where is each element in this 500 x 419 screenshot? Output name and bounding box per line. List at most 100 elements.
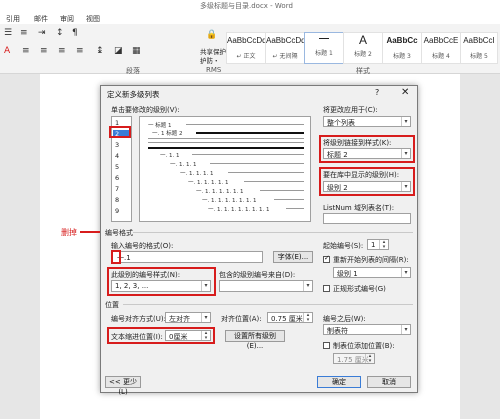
preview-rule [148,138,304,139]
menu-references[interactable]: 引用 [6,14,20,24]
justify-icon[interactable]: ≡ [76,46,84,56]
highlight-link-style [319,135,415,163]
preview-rule [286,208,304,209]
style-sample: — [319,33,329,44]
menu-bar: 引用 邮件 审阅 视图 [0,12,500,24]
preview-rule [186,124,304,125]
legal-style-checkbox[interactable] [323,285,330,292]
level-item-6[interactable]: 6 [115,174,119,182]
help-icon[interactable]: ? [375,88,379,97]
style-heading-4[interactable]: AaBbCcE 标题 4 [421,32,461,64]
restart-label: 重新开始列表的间隔(R): [333,256,409,264]
level-item-8[interactable]: 8 [115,196,119,204]
style-name: 标题 3 [393,53,411,60]
chevron-down-icon: ▾ [401,268,410,277]
tab-stop-spinner[interactable]: 1.75 厘米 ▴ ▾ [333,353,375,364]
tab-stop-checkbox[interactable] [323,342,330,349]
line-spacing-icon[interactable]: ↨ [96,46,104,56]
preview-rule-bold [148,147,304,149]
style-name: 标题 4 [432,53,450,60]
list-preview: 一 标题 1 一. 1 标题 2 一. 1. 1 一. 1. 1. 1 一. 1… [139,116,311,222]
preview-line-1: 一 标题 1 [148,123,172,129]
aligned-at-value: 0.75 厘米 [271,315,303,323]
aligned-at-label: 对齐位置(A): [221,315,262,323]
highlight-level-2 [109,126,131,138]
section-divider [133,232,413,233]
align-center-icon[interactable]: ≡ [40,46,48,56]
dialog-title: 定义新多级列表 [107,90,160,99]
indent-icon[interactable]: ⇥ [38,28,46,38]
font-button[interactable]: 字体(E)... [273,251,313,263]
share-protect-sublabel: 护防・ [200,57,220,65]
preview-rule [210,163,304,164]
style-heading-3[interactable]: AaBbCc 标题 3 [382,32,422,64]
sort-icon[interactable]: ↕ [56,28,64,38]
ok-button[interactable]: 确定 [317,376,361,388]
annotation-delete: 删掉 [61,228,77,237]
borders-icon[interactable]: ▦ [132,46,141,56]
restart-level-combo[interactable]: 级别 1 ▾ [333,267,411,278]
style-heading-1[interactable]: — 标题 1 [304,32,344,64]
pilcrow-icon[interactable]: ¶ [72,28,78,38]
style-normal[interactable]: AaBbCcDd ↵ 正文 [226,32,266,64]
include-level-combo[interactable]: ▾ [219,280,313,292]
position-section-title: 位置 [105,301,119,309]
style-heading-5[interactable]: AaBbCcI 标题 5 [460,32,498,64]
level-item-9[interactable]: 9 [115,207,119,215]
less-button[interactable]: << 更少(L) [105,376,141,396]
number-format-section-title: 编号格式 [105,229,133,237]
window-title: 多级标题与目录.docx - Word [200,2,293,10]
preview-line-2: 一. 1 标题 2 [152,131,183,137]
highlight-format-prefix [111,250,121,264]
highlight-number-style [107,267,216,296]
font-color-icon[interactable]: A [4,46,10,56]
menu-view[interactable]: 视图 [86,14,100,24]
alignment-label: 编号对齐方式(U): [111,315,166,323]
style-name: 标题 2 [354,51,372,58]
cancel-button[interactable]: 取消 [367,376,411,388]
enter-format-input[interactable]: 一.1 [111,251,263,263]
style-sample: AaBbCcE [423,36,459,45]
spinner-icon: ▴ ▾ [379,240,388,250]
style-heading-2[interactable]: A 标题 2 [343,32,383,64]
start-at-label: 起始编号(S): [323,242,364,250]
share-protect-icon[interactable]: 🔒 [206,30,217,40]
level-item-7[interactable]: 7 [115,185,119,193]
numbered-list-icon[interactable]: ≡ [20,28,28,38]
preview-line-6: 一. 1. 1. 1. 1. 1 [188,180,229,186]
aligned-at-spinner[interactable]: 0.75 厘米 ▴ ▾ [267,312,313,323]
highlight-text-indent [107,327,215,344]
align-left-icon[interactable]: ≡ [22,46,30,56]
chevron-down-icon: ▾ [401,325,410,334]
spinner-icon: ▴ ▾ [303,313,312,323]
preview-rule-bold [196,132,304,134]
follow-number-combo[interactable]: 制表符 ▾ [323,324,411,335]
start-at-spinner[interactable]: 1 ▴ ▾ [367,239,389,250]
style-sample: AaBbCc [386,36,418,45]
apply-to-combo[interactable]: 整个列表 ▾ [323,116,411,127]
restart-checkbox[interactable] [323,254,330,263]
level-item-4[interactable]: 4 [115,152,119,160]
alignment-combo[interactable]: 左对齐 ▾ [165,312,211,323]
legal-style-label: 正规形式编号(G) [333,285,386,293]
highlight-gallery-level [319,167,415,196]
preview-rule [274,199,304,200]
level-item-3[interactable]: 3 [115,141,119,149]
menu-mailings[interactable]: 邮件 [34,14,48,24]
style-name: 标题 1 [315,50,333,57]
list-icon[interactable]: ☰ [4,28,12,38]
style-sample: A [358,33,367,47]
include-level-label: 包含的级别编号来自(D): [219,271,296,279]
style-no-spacing[interactable]: AaBbCcDd ↵ 无间隔 [265,32,305,64]
set-all-levels-button[interactable]: 设置所有级别(E)... [225,330,285,350]
align-right-icon[interactable]: ≡ [58,46,66,56]
preview-rule [148,142,304,143]
close-icon[interactable]: ✕ [401,87,409,98]
shading-icon[interactable]: ◪ [114,46,123,56]
menu-review[interactable]: 审阅 [60,14,74,24]
chevron-down-icon: ▾ [401,117,410,126]
preview-line-9: 一. 1. 1. 1. 1. 1. 1. 1. 1 [208,207,270,213]
listnum-input[interactable] [323,213,411,224]
level-item-5[interactable]: 5 [115,163,119,171]
ribbon: ☰ ≡ ⇥ ↕ ¶ A ≡ ≡ ≡ ≡ ↨ ◪ ▦ 🔒 共享保护 护防・ AaB… [0,24,500,75]
